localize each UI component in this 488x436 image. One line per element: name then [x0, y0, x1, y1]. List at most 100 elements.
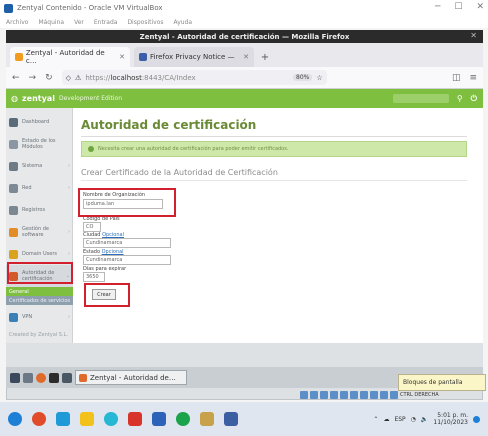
sidebar-item-label: Registros	[22, 207, 46, 213]
windows-start-icon[interactable]	[8, 412, 22, 426]
sidebar-item-dashboard[interactable]: Dashboard	[6, 111, 73, 133]
vbox-window-controls: ─ ☐ ✕	[435, 2, 484, 12]
zentyal-favicon-icon	[15, 53, 23, 61]
sidebar-item-label: Estado de los Módulos	[22, 138, 56, 150]
guest-desktop	[6, 343, 483, 367]
onedrive-icon[interactable]: ☁	[383, 416, 389, 423]
maximize-icon[interactable]: ☐	[454, 2, 462, 12]
language-indicator[interactable]: ESP	[394, 416, 405, 423]
guest-terminal-icon[interactable]	[23, 372, 33, 383]
logout-icon[interactable]: ⏻	[471, 94, 477, 104]
lock-warning-icon[interactable]: ⚠	[75, 74, 81, 82]
menu-ayuda[interactable]: Ayuda	[174, 19, 193, 26]
shared-folders-status-icon[interactable]	[350, 390, 358, 399]
hdd-status-icon[interactable]	[300, 390, 308, 399]
guest-firefox-icon[interactable]	[36, 372, 46, 383]
menu-ver[interactable]: Ver	[74, 19, 84, 26]
skype-icon[interactable]	[104, 412, 118, 426]
sidebar-subitem-service-certs[interactable]: Certificados de servicios	[6, 296, 73, 305]
clock-time: 5:01 p. m.	[437, 412, 468, 419]
wifi-icon[interactable]: ◔	[411, 416, 416, 423]
network-status-icon[interactable]	[330, 390, 338, 399]
recording-status-icon[interactable]	[370, 390, 378, 399]
sidebar-item-system[interactable]: Sistema ›	[6, 155, 73, 177]
spotify-icon[interactable]	[176, 412, 190, 426]
guest-files-icon[interactable]	[49, 372, 59, 383]
usb-status-icon[interactable]	[340, 390, 348, 399]
sidebar-item-modules[interactable]: Estado de los Módulos	[6, 133, 73, 155]
network-icon	[9, 183, 18, 193]
annotation-button-highlight	[84, 283, 130, 307]
url-bar[interactable]: ◇ ⚠ https://localhost:8443/CA/Index 80% …	[61, 70, 327, 85]
annotation-sidebar-highlight	[7, 262, 73, 284]
tab-label: Zentyal - Autoridad de c…	[25, 49, 105, 65]
expiry-days-input[interactable]: 3650	[83, 272, 105, 282]
display-status-icon[interactable]	[360, 390, 368, 399]
tab-close-icon[interactable]: ✕	[119, 53, 125, 61]
back-icon[interactable]: ←	[12, 73, 20, 83]
store-icon[interactable]	[200, 412, 214, 426]
dashboard-icon	[9, 117, 18, 127]
audio-status-icon[interactable]	[320, 390, 328, 399]
shield-icon[interactable]: ◇	[66, 74, 71, 82]
file-explorer-icon[interactable]	[80, 412, 94, 426]
zentyal-edition: Development Edition	[58, 95, 123, 102]
clock[interactable]: 5:01 p. m. 11/10/2023	[433, 412, 468, 426]
state-input[interactable]: Cundinamarca	[83, 255, 171, 265]
header-search-input[interactable]	[392, 93, 449, 103]
close-icon[interactable]: ✕	[476, 2, 484, 12]
tab-privacy-notice[interactable]: Firefox Privacy Notice — ✕	[134, 47, 254, 67]
virtualbox-taskbar-icon[interactable]	[224, 412, 238, 426]
reload-icon[interactable]: ↻	[45, 73, 53, 83]
zoom-indicator[interactable]: 80%	[293, 74, 313, 81]
sidebar-item-label: Sistema	[22, 163, 43, 169]
app-menu-icon[interactable]: ≡	[469, 73, 477, 83]
firefox-close-icon[interactable]: ✕	[470, 31, 477, 40]
firefox-titlebar: Zentyal - Autoridad de certificación — M…	[6, 30, 483, 43]
menu-dispositivos[interactable]: Dispositivos	[127, 19, 163, 26]
vbox-menubar: Archivo Máquina Ver Entrada Dispositivos…	[0, 16, 488, 28]
tab-close-icon[interactable]: ✕	[243, 53, 249, 61]
zentyal-logo-icon: ◍	[11, 94, 18, 103]
vbox-statusbar: CTRL DERECHA	[300, 389, 488, 400]
modules-icon	[9, 139, 18, 149]
sidebar-item-logs[interactable]: Registros	[6, 199, 73, 221]
notifications-icon[interactable]	[473, 415, 480, 423]
sidebar-subitem-general[interactable]: General	[6, 287, 73, 296]
sidebar-item-software[interactable]: Gestión de software ›	[6, 221, 73, 243]
logs-icon	[9, 205, 18, 215]
shield-toolbar-icon[interactable]: ◫	[452, 73, 461, 83]
new-tab-button[interactable]: +	[258, 47, 272, 67]
country-code-input[interactable]: CO	[83, 222, 101, 232]
keyboard-status-icon[interactable]	[390, 390, 398, 399]
vpn-icon	[9, 312, 18, 322]
chrome-icon[interactable]	[32, 412, 46, 426]
word-icon[interactable]	[152, 412, 166, 426]
forward-icon[interactable]: →	[29, 73, 37, 83]
tab-zentyal[interactable]: Zentyal - Autoridad de c… ✕	[10, 47, 130, 67]
city-input[interactable]: Cundinamarca	[83, 238, 171, 248]
sidebar-item-network[interactable]: Red ›	[6, 177, 73, 199]
office-icon[interactable]	[128, 412, 142, 426]
mouse-integration-icon[interactable]	[380, 390, 388, 399]
minimize-icon[interactable]: ─	[435, 2, 440, 12]
optical-status-icon[interactable]	[310, 390, 318, 399]
url-protocol: https://	[85, 73, 111, 82]
firefox-tabbar: Zentyal - Autoridad de c… ✕ Firefox Priv…	[6, 43, 483, 67]
guest-menu-icon[interactable]	[10, 372, 20, 383]
bookmark-star-icon[interactable]: ☆	[316, 74, 322, 82]
sidebar: Dashboard Estado de los Módulos Sistema …	[6, 108, 73, 343]
software-icon	[9, 227, 18, 237]
guest-task-window-button[interactable]: Zentyal - Autoridad de…	[75, 370, 187, 385]
guest-task-window-label: Zentyal - Autoridad de…	[90, 373, 176, 382]
edge-icon[interactable]	[56, 412, 70, 426]
menu-entrada[interactable]: Entrada	[94, 19, 118, 26]
volume-icon[interactable]: 🔈	[421, 416, 428, 423]
chevron-up-icon[interactable]: ⌃	[373, 416, 378, 423]
menu-archivo[interactable]: Archivo	[6, 19, 28, 26]
sidebar-item-vpn[interactable]: VPN ›	[6, 306, 73, 328]
search-icon[interactable]: ⚲	[457, 94, 463, 104]
guest-app-icon[interactable]	[62, 372, 72, 383]
menu-maquina[interactable]: Máquina	[38, 19, 64, 26]
sidebar-footer: Created by Zentyal S.L.	[9, 332, 68, 338]
